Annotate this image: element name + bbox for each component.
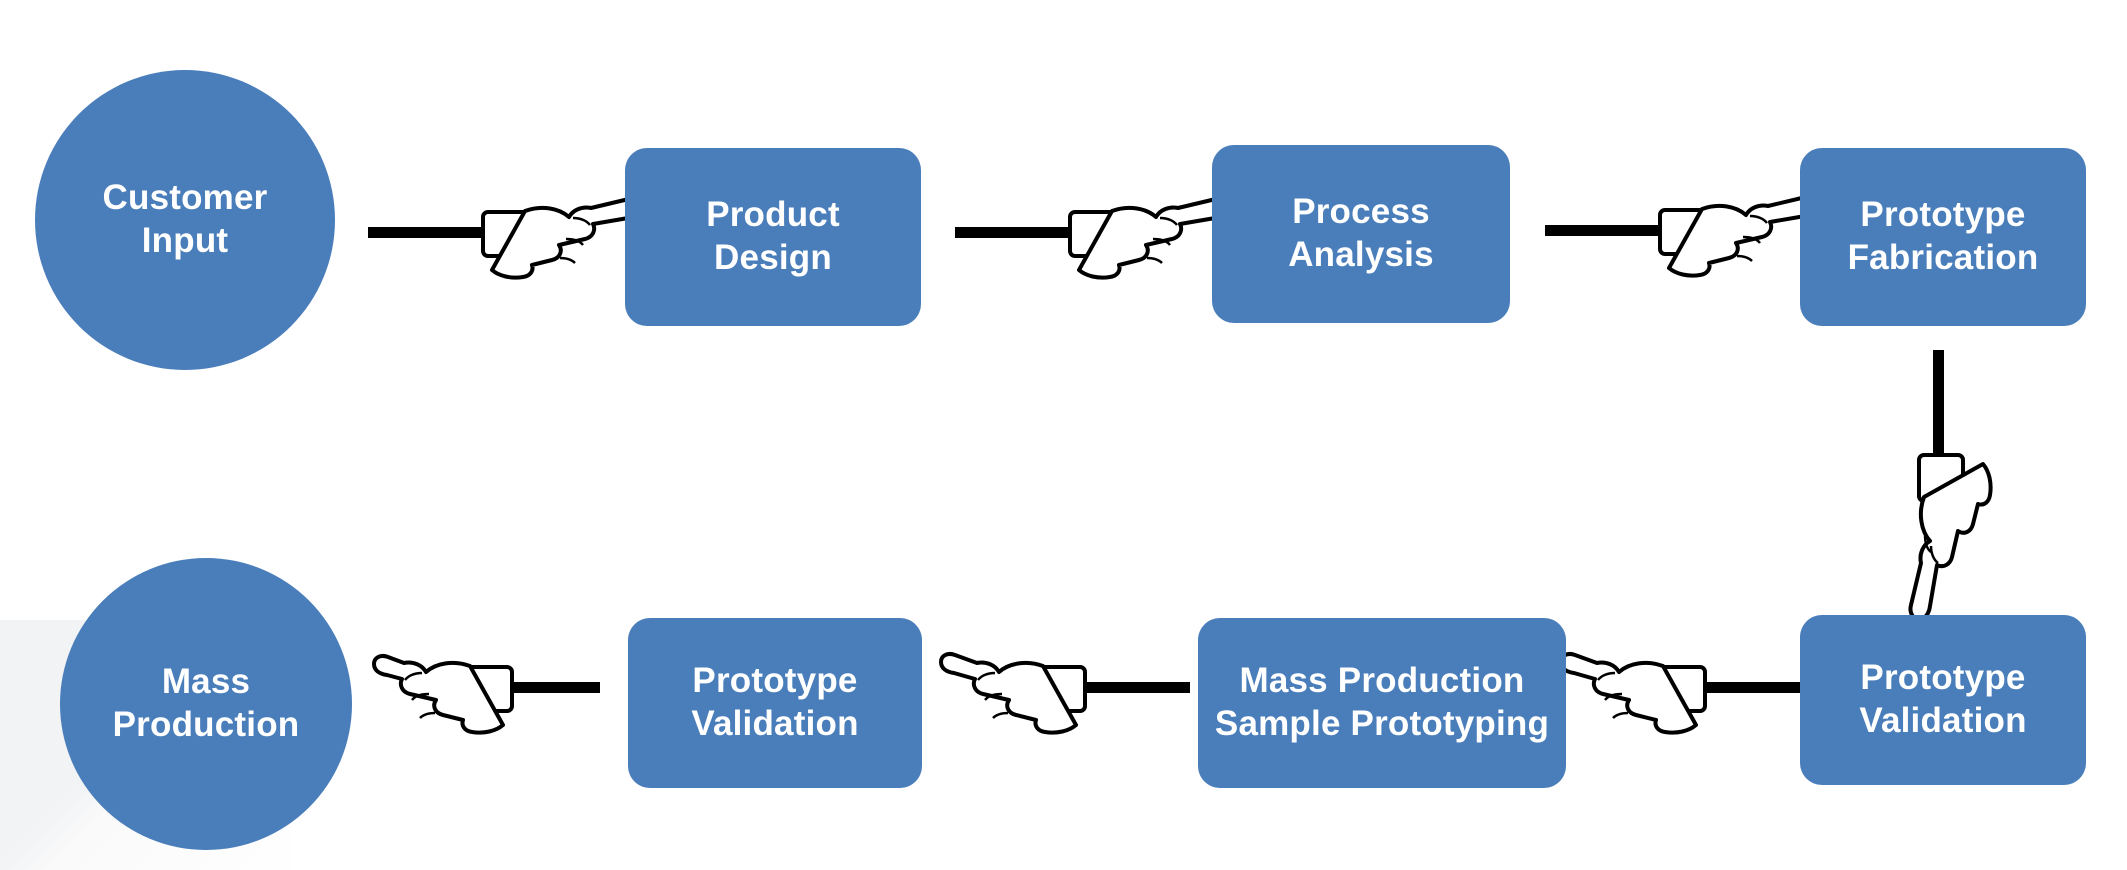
node-process-analysis-label: Process Analysis [1288, 192, 1434, 274]
node-mass-production[interactable]: Mass Production [60, 558, 352, 850]
connector-product-design-to-process-analysis [955, 195, 1236, 295]
pointing-hand-left-icon [372, 653, 600, 735]
connector-prototype-validation-left-to-mass-production [372, 650, 600, 750]
node-prototype-validation-right-label: Prototype Validation [1859, 658, 2027, 740]
node-mass-production-sample-prototyping-label: Mass Production Sample Prototyping [1214, 661, 1550, 743]
connector-prototype-fabrication-to-prototype-validation [1895, 350, 2015, 621]
node-customer-input-label: Customer Input [102, 178, 268, 260]
node-product-design[interactable]: Product Design [625, 148, 921, 326]
pointing-hand-left-icon [1559, 651, 1810, 735]
connector-prototype-validation-right-to-mass-production-sample [1559, 650, 1810, 750]
pointing-hand-down-icon [1908, 350, 1993, 621]
node-mass-production-label: Mass Production [112, 662, 300, 744]
pointing-hand-right-icon [368, 195, 649, 280]
node-product-design-label: Product Design [706, 195, 840, 277]
connector-customer-input-to-product-design [368, 195, 649, 295]
process-flow-diagram: Customer Input Product Design Process An… [0, 0, 2127, 870]
node-process-analysis[interactable]: Process Analysis [1212, 145, 1510, 323]
pointing-hand-right-icon [1545, 193, 1826, 278]
connector-mass-production-sample-to-prototype-validation-left [939, 650, 1190, 750]
node-customer-input[interactable]: Customer Input [35, 70, 335, 370]
node-prototype-validation-left-label: Prototype Validation [691, 661, 859, 743]
node-prototype-fabrication-label: Prototype Fabrication [1847, 195, 2039, 277]
node-mass-production-sample-prototyping[interactable]: Mass Production Sample Prototyping [1198, 618, 1566, 788]
node-prototype-validation-left[interactable]: Prototype Validation [628, 618, 922, 788]
connector-process-analysis-to-prototype-fabrication [1545, 193, 1826, 293]
pointing-hand-left-icon [939, 651, 1190, 735]
node-prototype-validation-right[interactable]: Prototype Validation [1800, 615, 2086, 785]
node-prototype-fabrication[interactable]: Prototype Fabrication [1800, 148, 2086, 326]
pointing-hand-right-icon [955, 195, 1236, 280]
